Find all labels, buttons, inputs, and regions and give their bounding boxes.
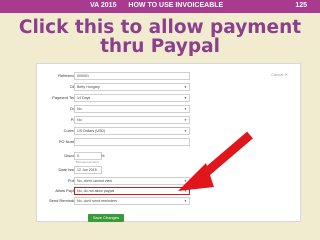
red-arrow-annotation bbox=[178, 131, 253, 191]
arrow-shaft bbox=[199, 131, 253, 180]
